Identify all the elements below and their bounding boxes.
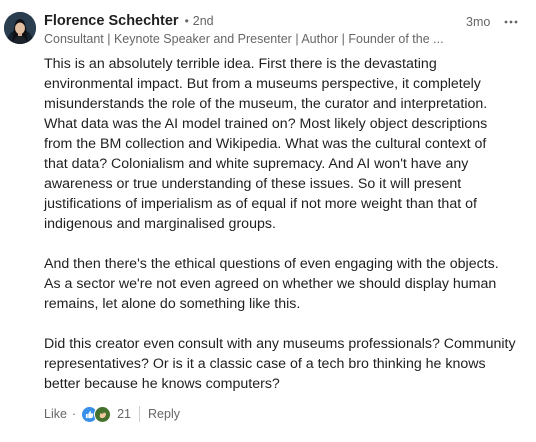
more-options-button[interactable]: [501, 14, 521, 30]
comment-paragraph: And then there's the ethical questions o…: [44, 256, 499, 312]
degree-separator: •: [184, 14, 189, 28]
connection-degree: 2nd: [192, 14, 214, 28]
comment-actions: Like · 21 Reply: [44, 404, 180, 424]
comment-paragraph: This is an absolutely terrible idea. Fir…: [44, 56, 488, 232]
reply-button[interactable]: Reply: [148, 407, 180, 421]
action-separator: ·: [71, 407, 77, 421]
avatar[interactable]: [4, 12, 36, 44]
reaction-count[interactable]: 21: [117, 407, 131, 421]
author-headline: Consultant | Keynote Speaker and Present…: [44, 32, 444, 46]
like-button[interactable]: Like: [44, 407, 67, 421]
comment-paragraph: Did this creator even consult with any m…: [44, 336, 516, 392]
author-name[interactable]: Florence Schechter: [44, 13, 179, 29]
reactions-summary[interactable]: [81, 405, 112, 423]
action-divider: [139, 406, 141, 422]
comment: Florence Schechter • 2nd Consultant | Ke…: [0, 0, 536, 442]
comment-body: This is an absolutely terrible idea. Fir…: [44, 54, 534, 414]
comment-timestamp: 3mo: [466, 15, 491, 29]
comment-header: Florence Schechter • 2nd: [44, 13, 214, 33]
ellipsis-icon: [504, 20, 518, 24]
celebrate-icon: [94, 405, 112, 423]
